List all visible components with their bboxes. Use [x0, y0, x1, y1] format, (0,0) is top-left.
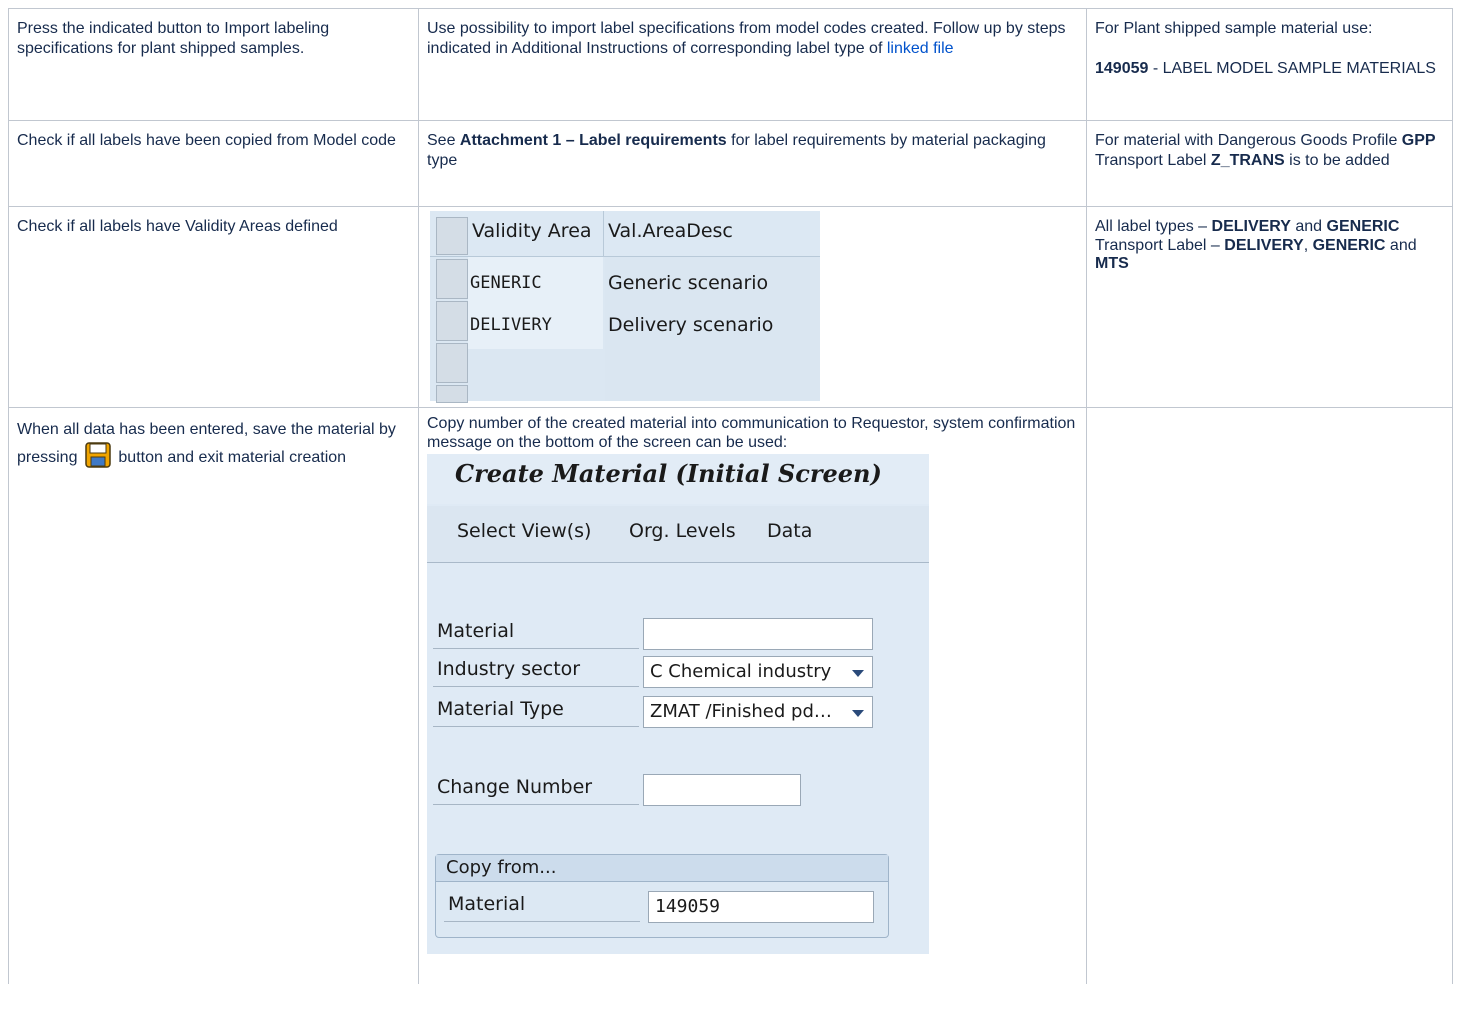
note-text: For material with Dangerous Goods Profil… [1095, 132, 1402, 149]
table-row: Check if all labels have Validity Areas … [8, 206, 1453, 408]
cell-step: Check if all labels have Validity Areas … [8, 206, 419, 408]
note-bold: GENERIC [1326, 218, 1400, 235]
step-text: Check if all labels have been copied fro… [17, 132, 396, 149]
column-header-area-desc[interactable]: Val.AreaDesc [608, 221, 733, 241]
label-underline [433, 726, 639, 727]
column-separator [603, 211, 604, 257]
note-bold: MTS [1095, 255, 1129, 272]
instruction-text: Copy number of the created material into… [427, 415, 1076, 451]
attachment-reference: Attachment 1 – Label requirements [459, 132, 727, 149]
row-selector[interactable] [436, 259, 468, 299]
org-levels-button[interactable]: Org. Levels [629, 522, 736, 541]
note-bold: Z_TRANS [1210, 152, 1285, 169]
material-type-label: Material Type [437, 698, 564, 720]
industry-sector-value: C Chemical industry [650, 661, 832, 682]
screen-title-text: Create Material (Initial Screen) [455, 459, 882, 488]
cell-step: Check if all labels have been copied fro… [8, 120, 419, 207]
screen-title: Create Material (Initial Screen) [427, 454, 929, 504]
note-text: All label types – [1095, 218, 1212, 235]
application-toolbar: Select View(s) Org. Levels Data [427, 506, 929, 563]
row-selector[interactable] [436, 385, 468, 403]
validity-area-code[interactable]: DELIVERY [470, 315, 552, 335]
row-selector[interactable] [436, 343, 468, 383]
note-text: For Plant shipped sample material use: [1095, 20, 1373, 37]
note-text: , [1303, 237, 1313, 254]
validity-area-desc: Delivery scenario [608, 314, 774, 336]
industry-sector-select[interactable]: C Chemical industry [643, 656, 873, 688]
row-selector[interactable] [436, 301, 468, 341]
validity-area-grid: Validity Area Val.AreaDesc GENERIC Gener… [430, 211, 820, 403]
instruction-text: Use possibility to import label specific… [427, 20, 1066, 57]
cell-note: For Plant shipped sample material use: 1… [1086, 8, 1453, 121]
copy-from-title: Copy from... [436, 855, 888, 882]
sap-create-material-screen: Create Material (Initial Screen) Select … [427, 454, 929, 954]
instructions-table: Press the indicated button to Import lab… [8, 8, 1453, 984]
material-type-select[interactable]: ZMAT /Finished pd… [643, 696, 873, 728]
cell-instruction: Validity Area Val.AreaDesc GENERIC Gener… [418, 206, 1087, 408]
linked-file-link[interactable]: linked file [887, 40, 954, 57]
note-model-code: 149059 - LABEL MODEL SAMPLE MATERIALS [1095, 59, 1444, 79]
select-views-button[interactable]: Select View(s) [457, 522, 591, 541]
note-line: Transport Label – DELIVERY, GENERIC and … [1095, 237, 1444, 273]
cell-instruction: See Attachment 1 – Label requirements fo… [418, 120, 1087, 207]
model-code-desc: - LABEL MODEL SAMPLE MATERIALS [1148, 60, 1436, 77]
material-type-value: ZMAT /Finished pd… [650, 701, 832, 722]
note-bold: GENERIC [1312, 237, 1386, 254]
note-bold: DELIVERY [1224, 237, 1304, 254]
material-label: Material [437, 620, 515, 642]
note-text: Transport Label [1095, 152, 1211, 169]
table-row: Press the indicated button to Import lab… [8, 8, 1453, 121]
step-text: button and exit material creation [118, 449, 347, 466]
cell-note: All label types – DELIVERY and GENERIC T… [1086, 206, 1453, 408]
data-button[interactable]: Data [767, 522, 812, 541]
change-number-input[interactable] [643, 774, 801, 806]
note-text: is to be added [1284, 152, 1390, 169]
model-code: 149059 [1095, 60, 1149, 77]
cell-instruction: Use possibility to import label specific… [418, 8, 1087, 121]
note-line: All label types – DELIVERY and GENERIC [1095, 217, 1444, 237]
label-underline [433, 804, 639, 805]
validity-area-code[interactable]: GENERIC [470, 273, 542, 293]
copy-from-group: Copy from... Material 149059 [435, 854, 889, 938]
cell-step: When all data has been entered, save the… [8, 407, 419, 984]
label-underline [433, 686, 639, 687]
table-row: When all data has been entered, save the… [8, 407, 1453, 984]
copy-from-material-label: Material [448, 893, 526, 915]
cell-step: Press the indicated button to Import lab… [8, 8, 419, 121]
column-header-validity-area[interactable]: Validity Area [472, 221, 592, 241]
note-text: and [1290, 218, 1327, 235]
cell-note [1086, 407, 1453, 984]
code-column-bg [468, 257, 603, 349]
table-row: Check if all labels have been copied fro… [8, 120, 1453, 207]
note-bold: DELIVERY [1211, 218, 1291, 235]
note-text: and [1385, 237, 1417, 254]
material-input[interactable] [643, 618, 873, 650]
industry-sector-label: Industry sector [437, 658, 581, 680]
cell-instruction: Copy number of the created material into… [418, 407, 1087, 984]
label-underline [433, 648, 639, 649]
step-text: Press the indicated button to Import lab… [17, 20, 330, 57]
copy-from-material-input[interactable]: 149059 [648, 891, 874, 923]
note-text: Transport Label – [1095, 237, 1225, 254]
select-all-button[interactable] [436, 217, 468, 255]
change-number-label: Change Number [437, 776, 593, 798]
validity-area-desc: Generic scenario [608, 272, 769, 294]
label-underline [444, 921, 640, 922]
note-bold: GPP [1401, 132, 1436, 149]
cell-note: For material with Dangerous Goods Profil… [1086, 120, 1453, 207]
instruction-text: See [427, 132, 460, 149]
step-text: Check if all labels have Validity Areas … [17, 218, 338, 235]
floppy-disk-icon [85, 442, 111, 476]
